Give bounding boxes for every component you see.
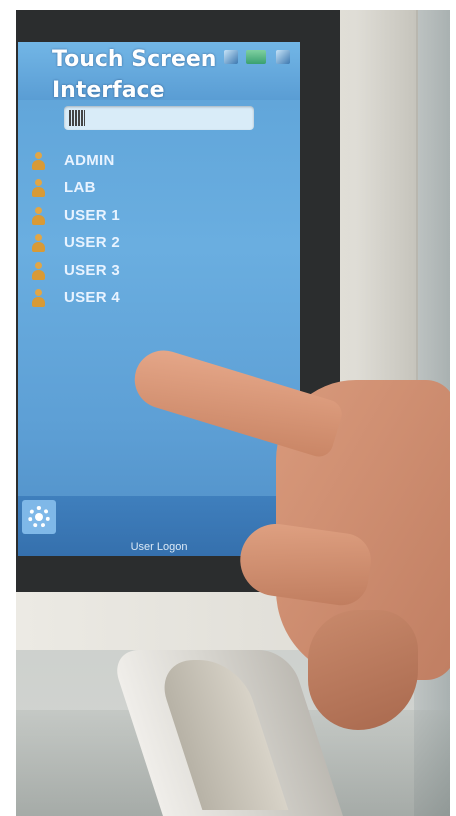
user-item-user-2[interactable]: USER 2 <box>18 232 258 256</box>
user-item-user-4[interactable]: USER 4 <box>18 287 258 311</box>
user-icon <box>32 152 45 172</box>
footer-label: User Logon <box>130 541 188 553</box>
user-label: LAB <box>64 179 96 196</box>
user-label: USER 4 <box>64 289 120 306</box>
user-label: ADMIN <box>64 152 115 169</box>
user-item-user-1[interactable]: USER 1 <box>18 205 258 229</box>
user-icon <box>32 179 45 199</box>
screen-bezel: Touch Screen Interface ADMIN LAB USER 1 … <box>16 10 340 592</box>
photo-scene: Touch Screen Interface ADMIN LAB USER 1 … <box>16 10 450 816</box>
gear-hub <box>35 513 43 521</box>
user-icon <box>32 207 45 227</box>
title-bar: Touch Screen Interface <box>18 42 300 103</box>
user-icon <box>32 289 45 309</box>
settings-button[interactable] <box>22 500 56 534</box>
user-item-lab[interactable]: LAB <box>18 177 258 201</box>
speaker-icon <box>276 50 290 64</box>
footer-bar: User Logon <box>18 496 300 556</box>
screen-title: Touch Screen Interface <box>52 47 217 103</box>
speaker-icon <box>224 50 238 64</box>
user-item-user-3[interactable]: USER 3 <box>18 260 258 284</box>
battery-icon <box>246 50 266 64</box>
touch-screen[interactable]: Touch Screen Interface ADMIN LAB USER 1 … <box>18 42 300 556</box>
monitor-casing: Touch Screen Interface ADMIN LAB USER 1 … <box>16 10 418 650</box>
barcode-icon[interactable] <box>69 110 85 126</box>
user-icon <box>32 234 45 254</box>
user-label: USER 2 <box>64 234 120 251</box>
monitor-stand <box>109 650 346 816</box>
user-item-admin[interactable]: ADMIN <box>18 150 258 174</box>
background-wall <box>414 10 450 816</box>
user-icon <box>32 262 45 282</box>
search-input[interactable] <box>64 106 254 130</box>
user-label: USER 3 <box>64 262 120 279</box>
user-label: USER 1 <box>64 207 120 224</box>
